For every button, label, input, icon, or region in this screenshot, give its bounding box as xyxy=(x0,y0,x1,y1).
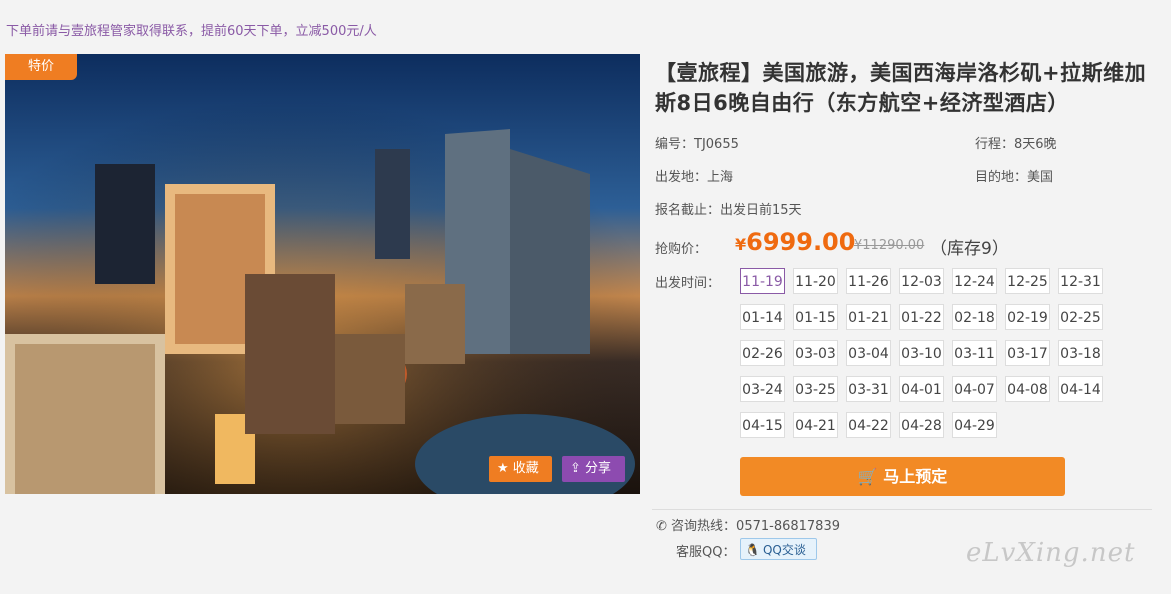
departure-date-option[interactable]: 03-25 xyxy=(793,376,838,402)
departure-date-option[interactable]: 11-19 xyxy=(740,268,785,294)
favorite-label: 收藏 xyxy=(512,461,539,476)
departure-date-option[interactable]: 03-04 xyxy=(846,340,891,366)
hotline: ✆ 咨询热线：0571-86817839 xyxy=(656,515,840,534)
cart-icon: 🛒 xyxy=(857,467,878,486)
share-icon: ⇪ xyxy=(570,461,581,476)
destination: 目的地：美国 xyxy=(975,170,1054,185)
departure-date-option[interactable]: 11-20 xyxy=(793,268,838,294)
favorite-button[interactable]: ★ 收藏 xyxy=(489,456,552,482)
departure-date-option[interactable]: 04-21 xyxy=(793,412,838,438)
star-icon: ★ xyxy=(497,461,509,476)
phone-icon: ✆ xyxy=(656,519,667,534)
departure-date-option[interactable]: 03-24 xyxy=(740,376,785,402)
departure-date-option[interactable]: 03-03 xyxy=(793,340,838,366)
departure-date-option[interactable]: 02-18 xyxy=(952,304,997,330)
product-code: 编号：TJ0655 xyxy=(655,137,739,152)
departure-date-option[interactable]: 02-19 xyxy=(1005,304,1050,330)
penguin-icon: 🐧 xyxy=(745,543,760,557)
departure-date-option[interactable]: 12-31 xyxy=(1058,268,1103,294)
share-label: 分享 xyxy=(585,461,612,476)
departure-date-option[interactable]: 03-11 xyxy=(952,340,997,366)
itinerary-length: 行程：8天6晚 xyxy=(975,137,1057,152)
departure-city: 出发地：上海 xyxy=(655,170,734,185)
departure-date-option[interactable]: 04-28 xyxy=(899,412,944,438)
departure-date-option[interactable]: 12-25 xyxy=(1005,268,1050,294)
site-watermark: eLvXing.net xyxy=(966,538,1136,568)
share-button[interactable]: ⇪ 分享 xyxy=(562,456,625,482)
departure-date-option[interactable]: 01-21 xyxy=(846,304,891,330)
departure-date-option[interactable]: 04-22 xyxy=(846,412,891,438)
departure-date-option[interactable]: 02-26 xyxy=(740,340,785,366)
book-now-button[interactable]: 🛒 马上预定 xyxy=(740,457,1065,496)
departure-date-option[interactable]: 11-26 xyxy=(846,268,891,294)
original-price: ¥11290.00 xyxy=(854,238,925,253)
departure-date-option[interactable]: 12-24 xyxy=(952,268,997,294)
departure-date-option[interactable]: 01-22 xyxy=(899,304,944,330)
divider xyxy=(652,509,1152,510)
book-now-label: 马上预定 xyxy=(883,467,948,486)
price-label: 抢购价： xyxy=(655,242,708,257)
registration-deadline: 报名截止：出发日前15天 xyxy=(655,203,802,218)
departure-date-option[interactable]: 04-15 xyxy=(740,412,785,438)
current-price: ¥6999.00 xyxy=(735,228,855,256)
departure-date-option[interactable]: 04-01 xyxy=(899,376,944,402)
departure-date-option[interactable]: 03-31 xyxy=(846,376,891,402)
departure-date-option[interactable]: 12-03 xyxy=(899,268,944,294)
departure-date-option[interactable]: 04-07 xyxy=(952,376,997,402)
departure-dates-label: 出发时间： xyxy=(655,276,721,291)
departure-date-option[interactable]: 03-10 xyxy=(899,340,944,366)
product-image[interactable] xyxy=(5,54,640,494)
qq-chat-button[interactable]: 🐧 QQ交谈 xyxy=(740,538,817,560)
departure-date-option[interactable]: 03-17 xyxy=(1005,340,1050,366)
departure-date-option[interactable]: 03-18 xyxy=(1058,340,1103,366)
special-price-badge: 特价 xyxy=(5,54,77,80)
currency-symbol: ¥ xyxy=(735,235,747,254)
promo-notice: 下单前请与壹旅程管家取得联系，提前60天下单，立减500元/人 xyxy=(6,24,377,39)
departure-date-option[interactable]: 02-25 xyxy=(1058,304,1103,330)
departure-date-option[interactable]: 04-14 xyxy=(1058,376,1103,402)
departure-date-option[interactable]: 01-14 xyxy=(740,304,785,330)
qq-label: 客服QQ： xyxy=(676,545,736,560)
qq-chat-label: QQ交谈 xyxy=(762,543,806,557)
departure-date-option[interactable]: 04-29 xyxy=(952,412,997,438)
departure-date-option[interactable]: 04-08 xyxy=(1005,376,1050,402)
hotline-text: 咨询热线：0571-86817839 xyxy=(671,519,840,534)
departure-date-option[interactable]: 01-15 xyxy=(793,304,838,330)
stock-count: （库存9） xyxy=(930,239,1009,259)
price-value: 6999.00 xyxy=(746,228,856,256)
city-night-photo xyxy=(5,54,640,494)
product-title: 【壹旅程】美国旅游，美国西海岸洛杉矶+拉斯维加斯8日6晚自由行（东方航空+经济型… xyxy=(655,61,1147,115)
